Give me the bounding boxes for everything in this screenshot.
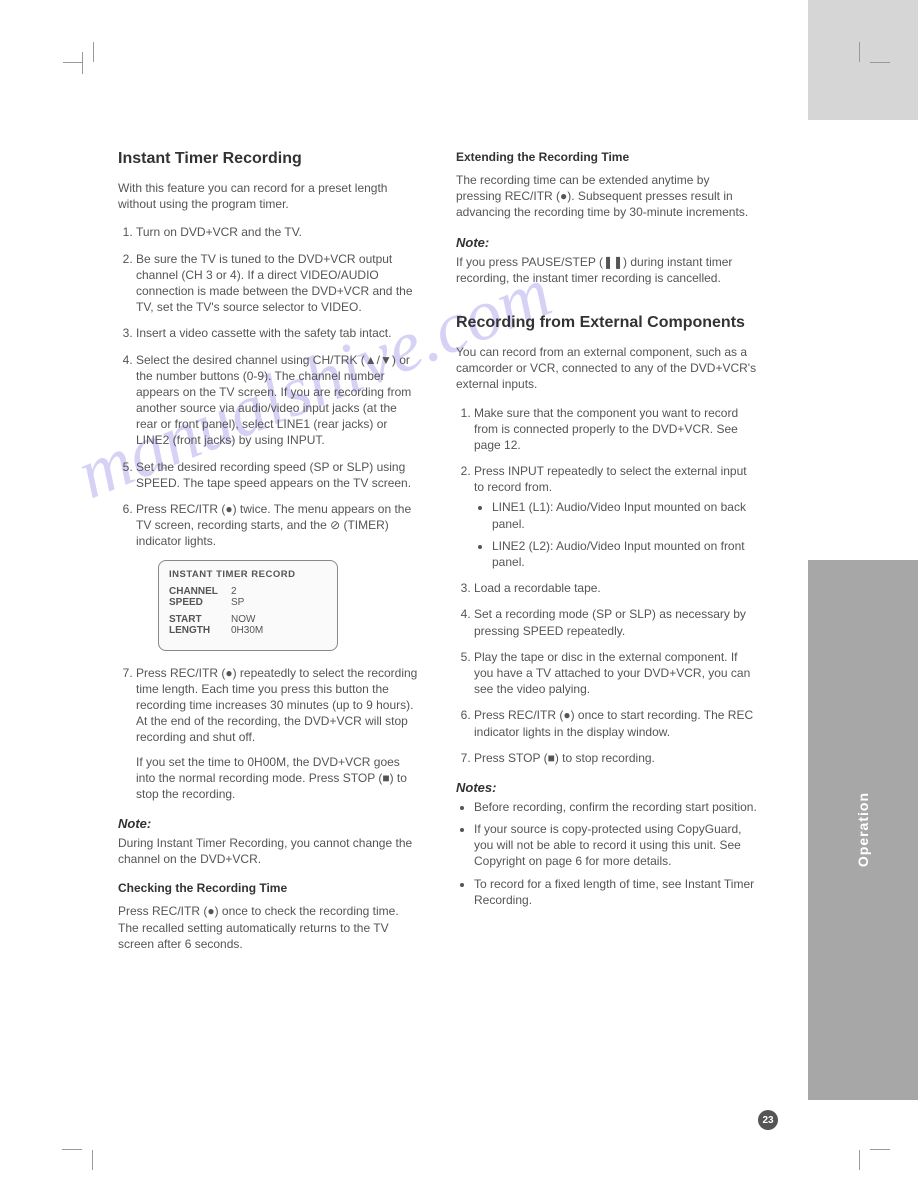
section-tab: Operation [808,560,918,1100]
step: Select the desired channel using CH/TRK … [136,352,420,449]
subheading-extending: Extending the Recording Time [456,150,758,164]
step: Load a recordable tape. [474,580,758,596]
steps-list-cont: Press REC/ITR (●) repeatedly to select t… [118,665,420,803]
sub-bullet-list: LINE1 (L1): Audio/Video Input mounted on… [474,499,758,570]
note-item: To record for a fixed length of time, se… [474,876,758,908]
step: Press INPUT repeatedly to select the ext… [474,463,758,570]
step: Insert a video cassette with the safety … [136,325,420,341]
osd-key: LENGTH [169,625,231,636]
left-column: Instant Timer Recording With this featur… [118,150,420,960]
step: Be sure the TV is tuned to the DVD+VCR o… [136,251,420,316]
sub-bullet: LINE1 (L1): Audio/Video Input mounted on… [492,499,758,531]
notes-list: Before recording, confirm the recording … [456,799,758,908]
step-text: Press INPUT repeatedly to select the ext… [474,464,747,494]
sub-bullet: LINE2 (L2): Audio/Video Input mounted on… [492,538,758,570]
heading-external: Recording from External Components [456,314,758,332]
right-column: Extending the Recording Time The recordi… [456,150,758,960]
osd-value: 0H30M [231,625,263,636]
intro-text: With this feature you can record for a p… [118,180,420,212]
step: Press REC/ITR (●) once to start recordin… [474,707,758,739]
note-item: If your source is copy-protected using C… [474,821,758,870]
osd-value: 2 [231,586,237,597]
steps-list: Turn on DVD+VCR and the TV. Be sure the … [118,224,420,549]
note-body: If you press PAUSE/STEP (❚❚) during inst… [456,254,758,286]
content-columns: Instant Timer Recording With this featur… [118,150,758,960]
note-label: Note: [118,816,420,831]
note-label: Note: [456,235,758,250]
note-body: During Instant Timer Recording, you cann… [118,835,420,867]
osd-title: INSTANT TIMER RECORD [169,569,327,580]
step: Make sure that the component you want to… [474,405,758,454]
body-text: Press REC/ITR (●) once to check the reco… [118,903,420,952]
crop-mark [848,1138,870,1160]
step-text: Press REC/ITR (●) repeatedly to select t… [136,666,417,745]
step-subtext: If you set the time to 0H00M, the DVD+VC… [136,754,420,803]
page-number: 23 [758,1110,778,1130]
step: Press REC/ITR (●) twice. The menu appear… [136,501,420,550]
page: Operation manualshive.com Instant Timer … [0,0,918,1188]
note-item: Before recording, confirm the recording … [474,799,758,815]
osd-value: SP [231,597,244,608]
heading-instant-timer: Instant Timer Recording [118,150,420,168]
step: Set the desired recording speed (SP or S… [136,459,420,491]
crop-mark [82,1138,104,1160]
notes-label: Notes: [456,780,758,795]
step: Turn on DVD+VCR and the TV. [136,224,420,240]
osd-key: START [169,614,231,625]
step: Press STOP (■) to stop recording. [474,750,758,766]
section-tab-label: Operation [855,792,871,867]
osd-key: SPEED [169,597,231,608]
step: Play the tape or disc in the external co… [474,649,758,698]
steps-list: Make sure that the component you want to… [456,405,758,766]
body-text: The recording time can be extended anyti… [456,172,758,221]
step: Set a recording mode (SP or SLP) as nece… [474,606,758,638]
osd-display-box: INSTANT TIMER RECORD CHANNEL2 SPEEDSP ST… [158,560,338,651]
subheading-checking: Checking the Recording Time [118,881,420,895]
crop-mark [82,52,104,74]
osd-value: NOW [231,614,255,625]
osd-key: CHANNEL [169,586,231,597]
crop-mark [848,52,870,74]
step: Press REC/ITR (●) repeatedly to select t… [136,665,420,803]
intro-text: You can record from an external componen… [456,344,758,393]
